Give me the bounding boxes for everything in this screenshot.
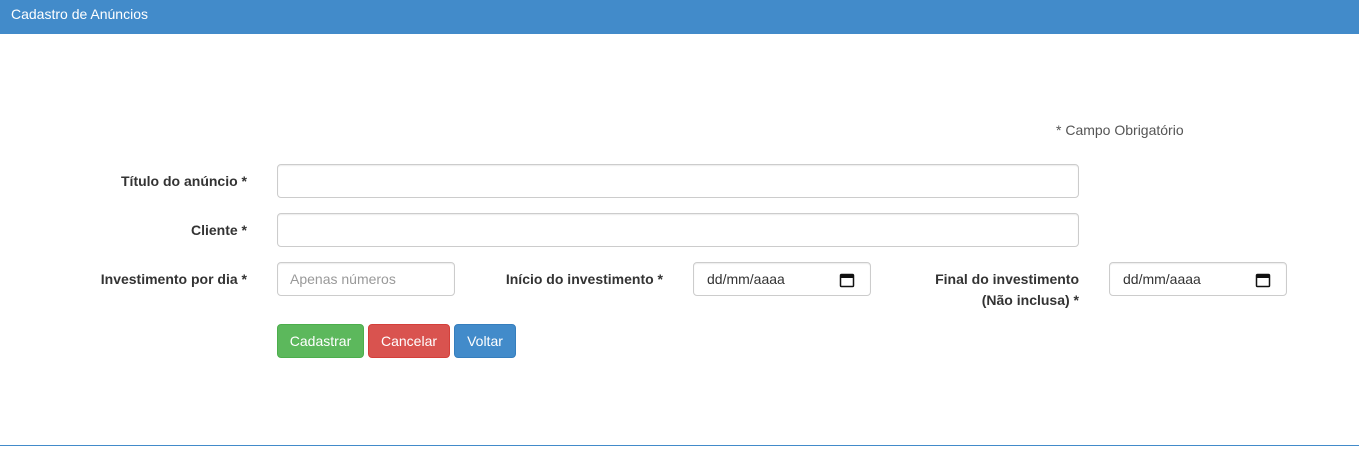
page-title: Cadastro de Anúncios bbox=[11, 6, 148, 22]
inicio-label: Início do investimento * bbox=[505, 271, 663, 287]
investimento-label: Investimento por dia * bbox=[100, 271, 247, 287]
cadastrar-button[interactable]: Cadastrar bbox=[277, 324, 364, 358]
investimento-input[interactable] bbox=[277, 262, 455, 296]
cliente-input[interactable] bbox=[277, 213, 1079, 247]
top-header-bar: Cadastro de Anúncios bbox=[0, 0, 1359, 34]
final-date-input[interactable]: dd/mm/aaaa bbox=[1109, 262, 1287, 296]
inicio-date-input[interactable]: dd/mm/aaaa bbox=[693, 262, 871, 296]
voltar-button[interactable]: Voltar bbox=[454, 324, 516, 358]
cancelar-button[interactable]: Cancelar bbox=[368, 324, 450, 358]
titulo-label: Título do anúncio * bbox=[121, 173, 247, 189]
required-field-note: * Campo Obrigatório bbox=[1056, 122, 1184, 138]
titulo-input[interactable] bbox=[277, 164, 1079, 198]
final-label-line1: Final do investimento bbox=[935, 271, 1079, 287]
final-date-placeholder: dd/mm/aaaa bbox=[1123, 271, 1201, 287]
calendar-icon[interactable] bbox=[839, 272, 855, 288]
final-label: Final do investimento (Não inclusa) * bbox=[880, 271, 1079, 309]
inicio-date-placeholder: dd/mm/aaaa bbox=[707, 271, 785, 287]
bottom-divider bbox=[0, 445, 1359, 446]
final-label-line2: (Não inclusa) * bbox=[981, 292, 1079, 308]
cliente-label: Cliente * bbox=[190, 222, 247, 238]
calendar-icon[interactable] bbox=[1255, 272, 1271, 288]
